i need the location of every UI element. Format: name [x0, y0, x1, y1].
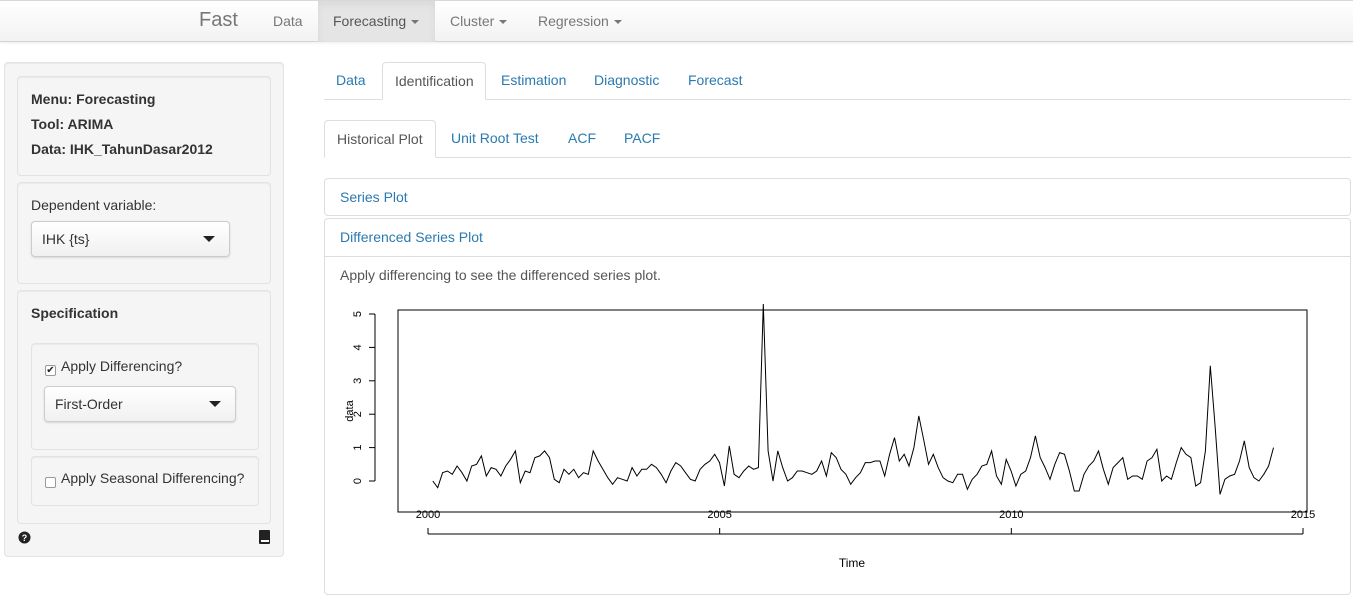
- dropdown-arrow-icon: [209, 401, 221, 407]
- tab-unit-root-test[interactable]: Unit Root Test: [439, 130, 551, 146]
- apply-seasonal-differencing-label[interactable]: Apply Seasonal Differencing?: [61, 470, 244, 486]
- dependent-variable-value: IHK {ts}: [42, 231, 90, 247]
- menu-info: Menu: Forecasting: [31, 91, 156, 107]
- nav-item-cluster[interactable]: Cluster: [435, 1, 522, 42]
- series-plot-panel[interactable]: Series Plot: [324, 178, 1351, 216]
- apply-differencing-label[interactable]: Apply Differencing?: [61, 358, 182, 374]
- differencing-well: ✔ Apply Differencing? First-Order: [31, 343, 259, 450]
- nav-item-regression[interactable]: Regression: [523, 1, 637, 42]
- tab-pacf[interactable]: PACF: [612, 130, 672, 146]
- differenced-series-panel: Differenced Series Plot Apply differenci…: [324, 218, 1351, 595]
- apply-differencing-checkbox[interactable]: ✔: [45, 365, 56, 376]
- sub-tab-bar: Historical Plot Unit Root Test ACF PACF: [324, 120, 1351, 158]
- x-tick-label: 2010: [999, 509, 1023, 521]
- differenced-series-chart: 012345 2000 2005 2010 2015 data Time: [344, 303, 1315, 570]
- chevron-down-icon: [411, 20, 420, 25]
- y-tick-label: 4: [352, 344, 364, 350]
- x-tick-label: 2005: [707, 509, 731, 521]
- differenced-series-header[interactable]: Differenced Series Plot: [325, 219, 1350, 257]
- tab-identification[interactable]: Identification: [382, 62, 486, 100]
- x-axis-label: Time: [839, 556, 866, 570]
- differencing-order-value: First-Order: [55, 396, 123, 412]
- x-axis: 2000 2005 2010 2015: [416, 509, 1315, 535]
- tab-diagnostic[interactable]: Diagnostic: [582, 72, 671, 88]
- nav-item-data[interactable]: Data: [258, 1, 318, 42]
- x-tick-label: 2015: [1291, 509, 1315, 521]
- differencing-hint: Apply differencing to see the difference…: [340, 267, 661, 283]
- y-tick-label: 0: [352, 478, 364, 484]
- specification-title: Specification: [31, 305, 119, 321]
- tab-historical-plot[interactable]: Historical Plot: [324, 120, 436, 158]
- tab-data[interactable]: Data: [324, 72, 378, 88]
- info-well: Menu: Forecasting Tool: ARIMA Data: IHK_…: [17, 76, 271, 176]
- tab-forecast[interactable]: Forecast: [676, 72, 754, 88]
- specification-well: Specification ✔ Apply Differencing? Firs…: [17, 290, 271, 524]
- series-plot-heading[interactable]: Series Plot: [340, 189, 408, 205]
- book-icon[interactable]: [259, 530, 270, 544]
- dependent-variable-label: Dependent variable:: [31, 197, 157, 213]
- apply-seasonal-differencing-checkbox[interactable]: [45, 477, 56, 488]
- top-navbar: Fast Data Forecasting Cluster Regression: [0, 0, 1353, 42]
- y-axis-label: data: [344, 399, 356, 421]
- sidebar-panel: Menu: Forecasting Tool: ARIMA Data: IHK_…: [4, 62, 284, 557]
- nav-item-forecasting[interactable]: Forecasting: [318, 1, 435, 42]
- tab-acf[interactable]: ACF: [556, 130, 608, 146]
- dropdown-arrow-icon: [203, 236, 215, 242]
- differencing-order-select[interactable]: First-Order: [44, 386, 236, 422]
- seasonal-differencing-well: Apply Seasonal Differencing?: [31, 456, 259, 506]
- differenced-series-heading[interactable]: Differenced Series Plot: [340, 229, 483, 245]
- data-info: Data: IHK_TahunDasar2012: [31, 141, 213, 157]
- y-tick-label: 1: [352, 445, 364, 451]
- dependent-variable-select[interactable]: IHK {ts}: [31, 221, 230, 257]
- y-tick-label: 5: [352, 311, 364, 317]
- y-axis: 012345: [352, 311, 376, 484]
- dependent-variable-well: Dependent variable: IHK {ts}: [17, 182, 271, 284]
- tool-info: Tool: ARIMA: [31, 116, 114, 132]
- y-tick-label: 3: [352, 378, 364, 384]
- chevron-down-icon: [613, 20, 622, 25]
- chevron-down-icon: [499, 20, 508, 25]
- x-tick-label: 2000: [416, 509, 440, 521]
- main-tab-bar: Data Identification Estimation Diagnosti…: [324, 62, 1351, 100]
- app-brand[interactable]: Fast: [199, 9, 238, 32]
- svg-text:?: ?: [22, 533, 28, 543]
- question-circle-icon[interactable]: ?: [18, 531, 31, 544]
- tab-estimation[interactable]: Estimation: [489, 72, 578, 88]
